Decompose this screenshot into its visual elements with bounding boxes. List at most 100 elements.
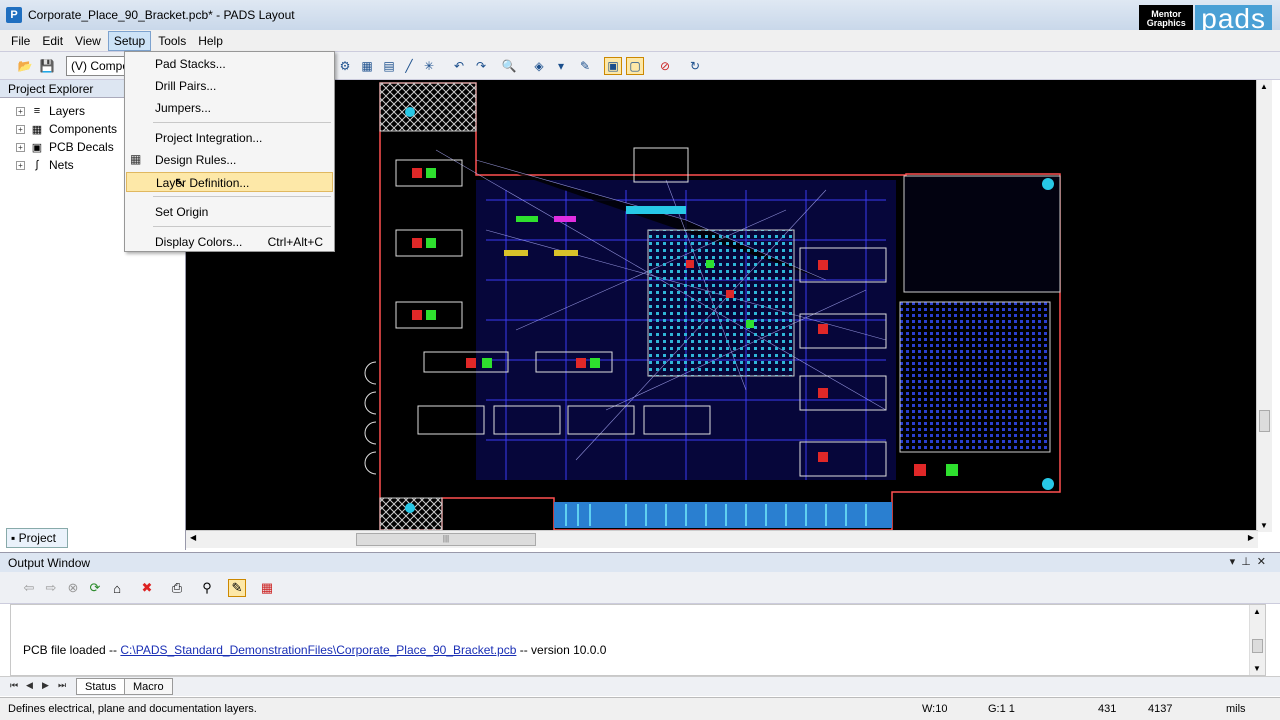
chip-icon: ▦ xyxy=(31,123,43,136)
menu-separator xyxy=(153,196,331,197)
output-message: PCB file loaded -- C:\PADS_Standard_Demo… xyxy=(23,643,607,657)
menu-item-pad-stacks[interactable]: Pad Stacks... xyxy=(126,54,333,74)
mouse-cursor-icon: ↖ xyxy=(174,174,186,190)
layer-combo[interactable]: (V) Compo xyxy=(66,56,126,76)
next-tab-icon[interactable]: ▶ xyxy=(42,680,49,691)
pad-mode-icon[interactable]: ▢ xyxy=(626,57,644,75)
menu-item-jumpers[interactable]: Jumpers... xyxy=(126,98,333,118)
back-arrow-icon[interactable]: ⇦ xyxy=(20,579,38,597)
open-folder-icon[interactable]: 📂 xyxy=(16,57,34,75)
verify-icon[interactable]: ⊘ xyxy=(656,57,674,75)
nets-icon: ∫ xyxy=(35,159,39,171)
pads-logo: pads xyxy=(1195,3,1272,34)
status-units: mils xyxy=(1226,703,1246,715)
delete-icon[interactable]: ✖ xyxy=(138,579,156,597)
select-icon[interactable]: ◈ xyxy=(530,57,548,75)
pcb-canvas[interactable] xyxy=(186,80,1258,532)
status-y-coord: 4137 xyxy=(1148,703,1173,715)
window-title: Corporate_Place_90_Bracket.pcb* - PADS L… xyxy=(28,8,295,22)
pcb-board-drawing xyxy=(364,82,1061,531)
refresh-icon[interactable]: ↻ xyxy=(686,57,704,75)
close-icon[interactable]: ✕ xyxy=(1257,556,1272,568)
design-mode-icon[interactable]: ▣ xyxy=(604,57,622,75)
menu-item-set-origin[interactable]: Set Origin xyxy=(126,202,333,222)
output-window-title: Output Window xyxy=(8,556,91,570)
scroll-down-icon[interactable]: ▼ xyxy=(1260,521,1268,530)
status-width: W:10 xyxy=(922,703,948,715)
vertical-scroll-thumb[interactable] xyxy=(1259,410,1270,432)
status-x-coord: 431 xyxy=(1098,703,1117,715)
menu-view[interactable]: View xyxy=(70,32,106,50)
home-icon[interactable]: ⌂ xyxy=(108,579,126,597)
scroll-left-icon[interactable]: ◀ xyxy=(190,533,196,542)
scroll-down-icon[interactable]: ▼ xyxy=(1253,664,1261,673)
tab-status[interactable]: Status xyxy=(76,678,126,695)
filter-icon[interactable]: ▾ xyxy=(552,57,570,75)
undo-icon[interactable]: ↶ xyxy=(450,57,468,75)
pin-icon[interactable]: ⊥ xyxy=(1241,556,1257,568)
scroll-up-icon[interactable]: ▲ xyxy=(1253,607,1261,616)
menu-separator xyxy=(153,122,331,123)
menu-item-project-integration[interactable]: Project Integration... xyxy=(126,128,333,148)
pcb-file-link[interactable]: C:\PADS_Standard_DemonstrationFiles\Corp… xyxy=(120,643,516,657)
expand-icon[interactable]: + xyxy=(16,142,25,152)
scroll-right-icon[interactable]: ▶ xyxy=(1248,533,1254,542)
pads-icon[interactable]: P xyxy=(6,7,22,23)
display-colors-shortcut: Ctrl+Alt+C xyxy=(267,235,323,249)
tab-project[interactable]: ▪ Project xyxy=(6,528,68,548)
grid-icon[interactable]: ▦ xyxy=(258,579,276,597)
setup-menu: Pad Stacks... Drill Pairs... Jumpers... … xyxy=(124,51,335,252)
menu-tools[interactable]: Tools xyxy=(153,32,191,50)
menu-edit[interactable]: Edit xyxy=(37,32,68,50)
output-scroll-thumb[interactable] xyxy=(1252,639,1263,653)
menu-setup[interactable]: Setup xyxy=(107,30,152,51)
print-icon[interactable]: ⎙ xyxy=(168,579,186,597)
status-grid: G:1 1 xyxy=(988,703,1015,715)
title-bar: P Corporate_Place_90_Bracket.pcb* - PADS… xyxy=(0,0,1280,34)
last-tab-icon[interactable]: ⏭ xyxy=(58,680,66,691)
save-icon[interactable]: 💾 xyxy=(38,57,56,75)
prev-tab-icon[interactable]: ◀ xyxy=(26,680,33,691)
menu-item-drill-pairs[interactable]: Drill Pairs... xyxy=(126,76,333,96)
menu-item-layer-definition[interactable]: Layer Definition... xyxy=(126,172,333,192)
output-vertical-scrollbar[interactable]: ▲ ▼ xyxy=(1249,605,1265,675)
redo-icon[interactable]: ↷ xyxy=(472,57,490,75)
canvas-horizontal-scrollbar[interactable]: ◀ ||| ▶ xyxy=(186,530,1258,548)
decal-icon: ▣ xyxy=(31,141,43,154)
tab-macro[interactable]: Macro xyxy=(124,678,173,695)
horizontal-scroll-thumb[interactable]: ||| xyxy=(356,533,536,546)
dropdown-icon[interactable]: ▾ xyxy=(1230,556,1242,568)
canvas-vertical-scrollbar[interactable]: ▲ ▼ xyxy=(1256,80,1272,532)
component-icon[interactable]: ▦ xyxy=(358,57,376,75)
forward-arrow-icon[interactable]: ⇨ xyxy=(42,579,60,597)
route-icon[interactable]: ⚙ xyxy=(336,57,354,75)
stop-icon[interactable]: ⊗ xyxy=(64,579,82,597)
board-icon[interactable]: ▤ xyxy=(380,57,398,75)
zoom-icon[interactable]: 🔍 xyxy=(500,57,518,75)
menu-help[interactable]: Help xyxy=(193,32,228,50)
scroll-up-icon[interactable]: ▲ xyxy=(1260,82,1268,91)
expand-icon[interactable]: + xyxy=(16,160,25,170)
menu-bar: File Edit View Setup Tools Help xyxy=(0,30,1280,52)
output-log: PCB file loaded -- C:\PADS_Standard_Demo… xyxy=(10,604,1266,676)
brush-icon[interactable]: ✎ xyxy=(576,57,594,75)
expand-icon[interactable]: + xyxy=(16,106,25,116)
brand-logo: Mentor Graphics pads xyxy=(1139,3,1272,34)
project-tab-icon: ▪ xyxy=(11,531,16,545)
output-toolbar: ⇦ ⇨ ⊗ ⟳ ⌂ ✖ ⎙ ⚲ ✎ ▦ xyxy=(0,572,1280,604)
find-icon[interactable]: ⚲ xyxy=(198,579,216,597)
design-rules-icon: ▦ xyxy=(130,152,142,166)
expand-icon[interactable]: + xyxy=(16,124,25,134)
menu-item-design-rules[interactable]: ▦ Design Rules... xyxy=(126,150,333,170)
pencil-icon[interactable]: ✎ xyxy=(228,579,246,597)
refresh-icon[interactable]: ⟳ xyxy=(86,579,104,597)
output-window-controls: ▾⊥✕ xyxy=(1230,555,1272,568)
via-icon[interactable]: ✳ xyxy=(420,57,438,75)
layers-icon: ≡ xyxy=(33,105,41,117)
menu-item-display-colors[interactable]: Display Colors... Ctrl+Alt+C xyxy=(126,232,333,252)
trace-icon[interactable]: ╱ xyxy=(400,57,418,75)
menu-file[interactable]: File xyxy=(6,32,35,50)
status-hint: Defines electrical, plane and documentat… xyxy=(8,703,257,715)
status-bar: Defines electrical, plane and documentat… xyxy=(0,697,1280,720)
first-tab-icon[interactable]: ⏮ xyxy=(10,680,18,691)
